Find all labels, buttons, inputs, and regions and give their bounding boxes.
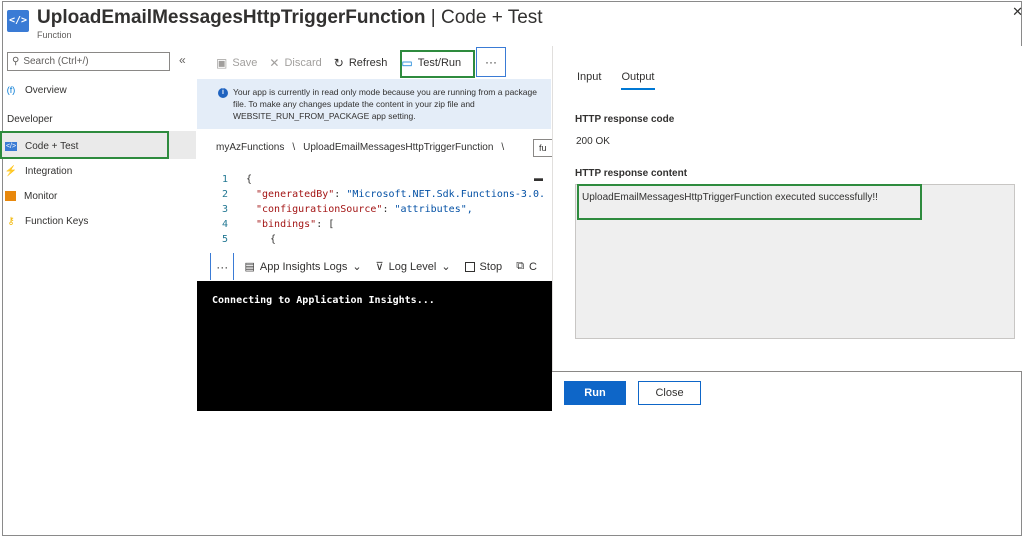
info-icon: i	[218, 88, 228, 98]
response-content-label: HTTP response content	[575, 168, 688, 179]
collapse-sidebar-icon[interactable]: «	[179, 53, 186, 67]
more-options-button[interactable]: ···	[476, 47, 506, 77]
breadcrumb-separator: \	[501, 142, 505, 153]
test-run-panel: Input Output HTTP response code 200 OK H…	[552, 46, 1022, 371]
panel-tabs: Input Output	[577, 71, 655, 90]
line-number: 1	[221, 174, 228, 185]
tab-input[interactable]: Input	[577, 71, 601, 90]
copy-button[interactable]: ⧉ C	[516, 260, 537, 273]
sidebar-item-label: Monitor	[24, 190, 58, 202]
code-value: [	[328, 219, 335, 230]
code-line: 2 "generatedBy": "Microsoft.NET.Sdk.Funct…	[210, 189, 545, 203]
sidebar-item-integration[interactable]: ⚡ Integration	[5, 161, 72, 181]
info-message: Your app is currently in read only mode …	[233, 87, 537, 121]
search-input[interactable]: ⚲ Search (Ctrl+/)	[7, 52, 170, 71]
close-icon: ✕	[269, 56, 280, 70]
code-editor[interactable]: 1{ 2 "generatedBy": "Microsoft.NET.Sdk.Fu…	[210, 170, 551, 248]
checkbox-icon	[464, 261, 475, 272]
discard-button[interactable]: ✕ Discard	[269, 56, 321, 70]
copy-label: C	[529, 260, 537, 273]
title-section: Code + Test	[441, 7, 543, 28]
line-number: 2	[221, 189, 228, 200]
page-subtitle: Function	[37, 30, 72, 40]
search-placeholder: Search (Ctrl+/)	[23, 56, 89, 67]
sidebar-item-overview[interactable]: (f) Overview	[5, 80, 67, 100]
code-value: "Microsoft.NET.Sdk.Functions-3.0.	[346, 189, 546, 200]
log-more-button[interactable]: ···	[210, 253, 235, 280]
stop-toggle[interactable]: Stop	[464, 260, 503, 273]
lightning-icon: ⚡	[4, 165, 18, 177]
function-name: UploadEmailMessagesHttpTriggerFunction	[37, 7, 426, 28]
filter-icon: ⊽	[375, 261, 384, 273]
response-code-label: HTTP response code	[575, 114, 675, 125]
sidebar-item-function-keys[interactable]: ⚷ Function Keys	[5, 211, 88, 231]
read-only-info-bar: i Your app is currently in read only mod…	[197, 79, 551, 129]
code-key: "bindings"	[256, 219, 317, 230]
code-text: {	[270, 234, 277, 245]
discard-label: Discard	[284, 57, 322, 69]
breadcrumb-function[interactable]: UploadEmailMessagesHttpTriggerFunction	[303, 142, 493, 153]
log-toolbar: ··· ▤ App Insights Logs ⌄ ⊽ Log Level ⌄ …	[210, 253, 551, 280]
code-line: 3 "configurationSource": "attributes",	[210, 204, 473, 218]
breadcrumb-separator: \	[292, 142, 296, 153]
file-selector[interactable]: fu	[533, 139, 553, 157]
app-insights-logs-dropdown[interactable]: ▤ App Insights Logs ⌄	[244, 260, 362, 274]
save-icon: ▣	[216, 56, 228, 70]
code-line: 4 "bindings": [	[210, 219, 334, 233]
code-key: "generatedBy"	[256, 189, 335, 200]
function-code-icon: </>	[7, 10, 29, 32]
sidebar-item-label: Overview	[25, 84, 67, 96]
line-number: 5	[221, 234, 228, 245]
response-code-value: 200 OK	[576, 136, 610, 147]
highlight-box-test-run	[400, 50, 475, 78]
page-title: UploadEmailMessagesHttpTriggerFunction |…	[37, 7, 543, 29]
log-level-dropdown[interactable]: ⊽ Log Level ⌄	[375, 260, 451, 274]
save-label: Save	[232, 57, 258, 69]
refresh-button[interactable]: ↻ Refresh	[334, 56, 388, 70]
breadcrumb-app[interactable]: myAzFunctions	[216, 142, 284, 153]
sidebar-item-code-test[interactable]: </> Code + Test	[5, 136, 78, 156]
sidebar-item-label: Function Keys	[25, 215, 89, 227]
close-button[interactable]: Close	[638, 381, 701, 405]
run-button[interactable]: Run	[564, 381, 626, 405]
sidebar-item-label: Code + Test	[25, 140, 79, 152]
key-icon: ⚷	[7, 215, 15, 227]
stop-label: Stop	[479, 260, 503, 273]
code-icon: </>	[5, 141, 17, 151]
code-key: "configurationSource"	[256, 204, 383, 215]
sidebar-section-heading: Developer	[7, 114, 53, 125]
dropdown-label: App Insights Logs	[259, 260, 348, 273]
highlight-box-response	[577, 184, 922, 220]
code-line: 1{	[210, 174, 252, 188]
chevron-down-icon: ⌄	[441, 261, 451, 273]
sidebar-item-label: Integration	[25, 165, 73, 177]
close-icon[interactable]: ✕	[1012, 4, 1023, 20]
overview-icon: (f)	[6, 85, 16, 95]
minimap-marker: ▬	[534, 173, 543, 183]
logs-icon: ▤	[244, 261, 255, 273]
console-text: Connecting to Application Insights...	[212, 295, 435, 306]
search-icon: ⚲	[12, 56, 20, 67]
title-separator: |	[430, 7, 436, 28]
monitor-icon	[5, 191, 16, 201]
tab-output[interactable]: Output	[621, 71, 655, 90]
file-breadcrumb: myAzFunctions \ UploadEmailMessagesHttpT…	[216, 142, 504, 153]
sidebar-item-monitor[interactable]: Monitor	[5, 186, 57, 206]
panel-divider	[552, 371, 1022, 372]
save-button[interactable]: ▣ Save	[216, 56, 257, 70]
code-value: "attributes",	[394, 204, 473, 215]
copy-icon: ⧉	[516, 260, 525, 272]
log-console: Connecting to Application Insights...	[197, 281, 552, 411]
refresh-label: Refresh	[348, 57, 388, 69]
line-number: 3	[221, 204, 228, 215]
dropdown-label: Log Level	[388, 260, 437, 273]
line-number: 4	[221, 219, 228, 230]
refresh-icon: ↻	[333, 56, 344, 70]
chevron-down-icon: ⌄	[352, 261, 362, 273]
code-line: 5{	[210, 234, 276, 248]
code-text: {	[246, 174, 253, 185]
